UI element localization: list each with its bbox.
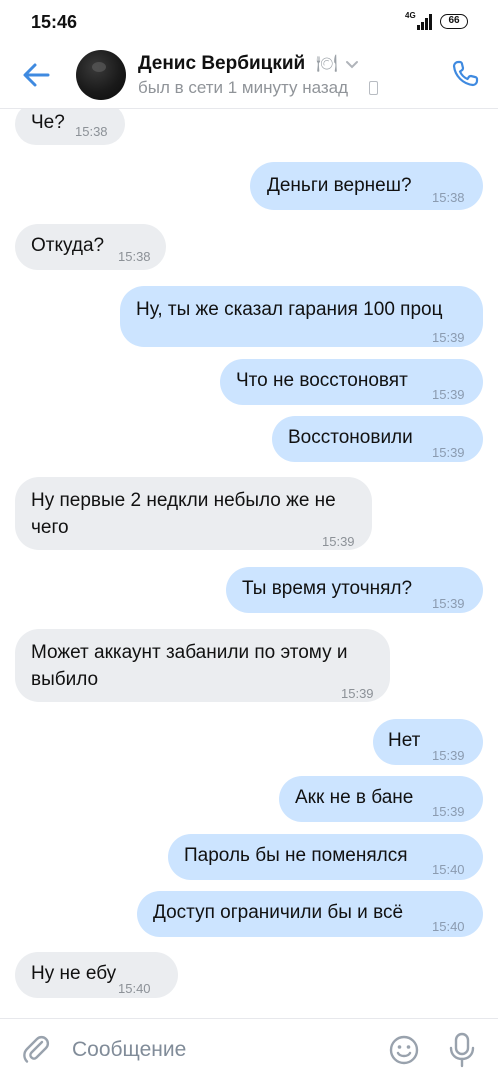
chat-header: Денис Вербицкий 🍽 был в сети 1 минуту на… [0,44,498,109]
paperclip-icon[interactable] [20,1033,52,1065]
message-text: Восстоновили [288,427,413,448]
message-composer [0,1018,498,1081]
message-incoming[interactable]: Ну не ебу 15:40 [15,952,178,998]
status-bar: 15:46 4G 66 [0,0,498,44]
mobile-device-icon [369,81,378,95]
message-time: 15:39 [432,387,465,402]
message-outgoing[interactable]: Восстоновили 15:39 [272,416,483,462]
contact-name[interactable]: Денис Вербицкий [138,53,305,75]
message-text: Откуда? [31,235,105,256]
message-outgoing[interactable]: Доступ ограничили бы и всё 15:40 [137,891,483,937]
back-arrow-icon[interactable] [20,60,52,90]
message-text: Может аккаунт забанили по этому и [31,642,348,663]
message-time: 15:38 [75,124,108,139]
message-outgoing[interactable]: Акк не в бане 15:39 [279,776,483,822]
message-text: чего [31,517,69,538]
message-time: 15:38 [118,249,151,264]
message-text: Акк не в бане [295,787,414,808]
signal-icon [417,14,432,30]
message-text: Ты время уточнял? [242,578,413,599]
message-incoming[interactable]: Че? 15:38 [15,109,125,145]
message-outgoing[interactable]: Что не восстоновят 15:39 [220,359,483,405]
call-icon[interactable] [449,58,481,90]
message-time: 15:40 [432,862,465,877]
microphone-icon[interactable] [448,1032,476,1068]
message-text: Доступ ограничили бы и всё [153,902,404,923]
message-time: 15:39 [432,748,465,763]
avatar[interactable] [76,50,126,100]
battery-icon: 66 [440,14,468,29]
message-outgoing[interactable]: Нет 15:39 [373,719,483,765]
message-time: 15:39 [432,804,465,819]
message-text: Нет [388,730,421,751]
message-time: 15:39 [322,534,355,549]
chevron-down-icon[interactable] [345,60,359,70]
message-time: 15:39 [432,596,465,611]
message-outgoing[interactable]: Ты время уточнял? 15:39 [226,567,483,613]
message-time: 15:40 [118,981,151,996]
message-text: Что не восстоновят [236,370,408,391]
message-incoming[interactable]: Ну первые 2 недкли небыло же не чего 15:… [15,477,372,550]
message-outgoing[interactable]: Ну, ты же сказал гарания 100 проц 15:39 [120,286,483,347]
message-input[interactable] [72,1033,362,1067]
message-time: 15:39 [341,686,374,701]
message-time: 15:39 [432,445,465,460]
message-outgoing[interactable]: Пароль бы не поменялся 15:40 [168,834,483,880]
message-text: Че? [31,112,65,133]
message-text: Деньги вернеш? [267,175,412,196]
message-text: выбило [31,669,99,690]
message-time: 15:39 [432,330,465,345]
plate-emoji-icon: 🍽 [316,54,338,73]
status-time: 15:46 [31,12,78,32]
message-incoming[interactable]: Откуда? 15:38 [15,224,166,270]
message-text: Ну не ебу [31,963,117,984]
emoji-smile-icon[interactable] [388,1034,420,1066]
last-seen-status: был в сети 1 минуту назад [138,78,349,97]
message-list[interactable]: Че? 15:38 Деньги вернеш? 15:38 Откуда? 1… [0,109,498,1015]
message-text: Пароль бы не поменялся [184,845,408,866]
message-outgoing[interactable]: Деньги вернеш? 15:38 [250,162,483,210]
message-text: Ну, ты же сказал гарания 100 проц [136,299,443,320]
message-time: 15:38 [432,190,465,205]
message-text: Ну первые 2 недкли небыло же не [31,490,336,511]
message-time: 15:40 [432,919,465,934]
message-incoming[interactable]: Может аккаунт забанили по этому и выбило… [15,629,390,702]
